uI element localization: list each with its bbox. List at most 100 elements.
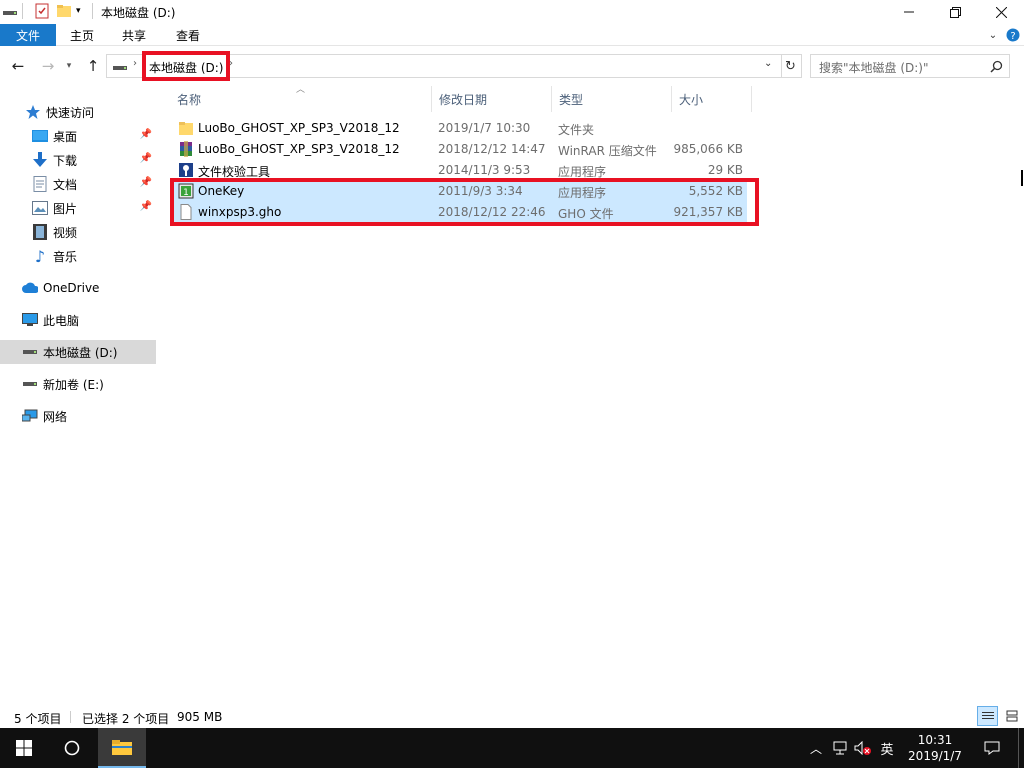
- nav-label: OneDrive: [43, 281, 100, 295]
- expand-ribbon-chevron-icon[interactable]: ⌄: [984, 24, 1002, 46]
- file-name: LuoBo_GHOST_XP_SP3_V2018_12: [198, 142, 400, 156]
- download-arrow-icon: [32, 152, 48, 168]
- nav-label: 桌面: [53, 129, 78, 144]
- nav-pictures[interactable]: 图片 📌: [0, 196, 156, 220]
- desktop-icon: [32, 128, 48, 144]
- nav-music[interactable]: ♪ 音乐: [0, 244, 156, 268]
- nav-quick-access[interactable]: 快速访问: [0, 100, 156, 124]
- nav-this-pc[interactable]: 此电脑: [0, 308, 156, 332]
- nav-drive-d[interactable]: 本地磁盘 (D:): [0, 340, 156, 364]
- drive-icon: [112, 59, 128, 75]
- tab-file[interactable]: 文件: [0, 24, 56, 46]
- search-placeholder: 搜索"本地磁盘 (D:)": [819, 61, 929, 75]
- column-modified[interactable]: 修改日期: [432, 86, 552, 112]
- breadcrumb-chevron-icon[interactable]: ›: [133, 58, 137, 69]
- volume-muted-icon[interactable]: [852, 728, 874, 768]
- nav-label: 此电脑: [43, 313, 80, 328]
- minimize-button[interactable]: [886, 0, 932, 24]
- cloud-icon: [22, 280, 38, 296]
- pin-icon[interactable]: 📌: [140, 177, 152, 188]
- refresh-icon[interactable]: ↻: [780, 54, 802, 78]
- file-modified: 2018/12/12 14:47: [438, 142, 546, 156]
- tab-share[interactable]: 共享: [110, 24, 158, 46]
- nav-drive-e[interactable]: 新加卷 (E:): [0, 372, 156, 396]
- file-size: 985,066 KB: [673, 142, 743, 156]
- network-icon: [22, 408, 38, 424]
- taskbar: ︿ 英 10:31 2019/1/7: [0, 728, 1024, 768]
- status-bar: 5 个项目 已选择 2 个项目 905 MB: [0, 706, 1024, 728]
- document-icon: [32, 176, 48, 192]
- search-button[interactable]: [48, 728, 96, 768]
- drive-icon: [22, 344, 38, 360]
- nav-downloads[interactable]: 下载 📌: [0, 148, 156, 172]
- tab-view[interactable]: 查看: [164, 24, 212, 46]
- nav-onedrive[interactable]: OneDrive: [0, 276, 156, 300]
- start-button[interactable]: [0, 728, 48, 768]
- window-title: 本地磁盘 (D:): [101, 6, 176, 20]
- file-row[interactable]: LuoBo_GHOST_XP_SP3_V2018_12 2018/12/12 1…: [174, 139, 747, 160]
- address-dropdown-chevron-icon[interactable]: ⌄: [764, 58, 772, 69]
- drive-icon[interactable]: [2, 3, 18, 19]
- customize-toolbar-chevron-icon[interactable]: ▾: [76, 3, 92, 19]
- nav-documents[interactable]: 文档 📌: [0, 172, 156, 196]
- clock-time: 10:31: [917, 733, 953, 747]
- large-icons-view-icon[interactable]: [1001, 706, 1022, 726]
- action-center-icon[interactable]: [972, 728, 1012, 768]
- input-method-indicator[interactable]: 英: [876, 728, 898, 768]
- forward-arrow-icon[interactable]: →: [38, 56, 58, 76]
- nav-label: 本地磁盘 (D:): [43, 345, 118, 360]
- nav-label: 视频: [53, 225, 78, 240]
- nav-label: 图片: [53, 201, 78, 216]
- selection-size: 905 MB: [177, 710, 223, 724]
- help-icon[interactable]: ?: [1004, 24, 1022, 46]
- pin-icon[interactable]: 📌: [140, 153, 152, 164]
- close-button[interactable]: [978, 0, 1024, 24]
- details-view-icon[interactable]: [977, 706, 998, 726]
- picture-icon: [32, 200, 48, 216]
- drive-icon: [22, 376, 38, 392]
- new-folder-icon[interactable]: [56, 3, 72, 19]
- file-type: 文件夹: [558, 123, 595, 137]
- properties-icon[interactable]: [34, 3, 50, 19]
- cursor: [1021, 170, 1023, 186]
- nav-label: 文档: [53, 177, 78, 192]
- file-modified: 2019/1/7 10:30: [438, 121, 531, 135]
- tab-home[interactable]: 主页: [58, 24, 106, 46]
- clock[interactable]: 10:31 2019/1/7: [902, 728, 968, 768]
- file-row[interactable]: LuoBo_GHOST_XP_SP3_V2018_12 2019/1/7 10:…: [174, 118, 747, 139]
- highlight-box: [170, 178, 759, 226]
- file-explorer-taskbar-button[interactable]: [98, 728, 146, 768]
- column-header: ︿ 名称 修改日期 类型 大小: [170, 85, 752, 112]
- windows-logo-icon: [16, 740, 32, 756]
- network-status-icon[interactable]: [830, 728, 852, 768]
- restore-button[interactable]: [932, 0, 978, 24]
- pin-icon[interactable]: 📌: [140, 129, 152, 140]
- show-hidden-icons-chevron-icon[interactable]: ︿: [806, 728, 826, 768]
- column-name[interactable]: 名称: [170, 86, 432, 112]
- nav-desktop[interactable]: 桌面 📌: [0, 124, 156, 148]
- show-desktop-button[interactable]: [1018, 728, 1024, 768]
- recent-locations-chevron-icon[interactable]: ▾: [62, 56, 76, 76]
- search-icon[interactable]: [990, 60, 1003, 76]
- svg-text:?: ?: [1010, 31, 1015, 42]
- pin-icon[interactable]: 📌: [140, 201, 152, 212]
- video-icon: [32, 224, 48, 240]
- title-bar: ▾ 本地磁盘 (D:): [0, 0, 1024, 24]
- nav-label: 快速访问: [46, 105, 95, 120]
- back-arrow-icon[interactable]: ←: [8, 56, 28, 76]
- search-input[interactable]: 搜索"本地磁盘 (D:)": [810, 54, 1010, 78]
- separator: [92, 3, 93, 19]
- navigation-pane: 快速访问 桌面 📌 下载 📌 文档 📌 图片 📌 视频 ♪ 音乐 OneDriv…: [0, 98, 158, 700]
- file-modified: 2014/11/3 9:53: [438, 163, 531, 177]
- column-size[interactable]: 大小: [672, 86, 752, 112]
- column-type[interactable]: 类型: [552, 86, 672, 112]
- nav-label: 下载: [53, 153, 78, 168]
- nav-network[interactable]: 网络: [0, 404, 156, 428]
- folder-icon: [178, 120, 194, 136]
- selection-count: 已选择 2 个项目: [82, 712, 170, 726]
- file-type: WinRAR 压缩文件: [558, 144, 657, 158]
- nav-label: 音乐: [53, 249, 78, 264]
- file-size: 29 KB: [707, 163, 743, 177]
- up-arrow-icon[interactable]: ↑: [83, 56, 103, 76]
- nav-videos[interactable]: 视频: [0, 220, 156, 244]
